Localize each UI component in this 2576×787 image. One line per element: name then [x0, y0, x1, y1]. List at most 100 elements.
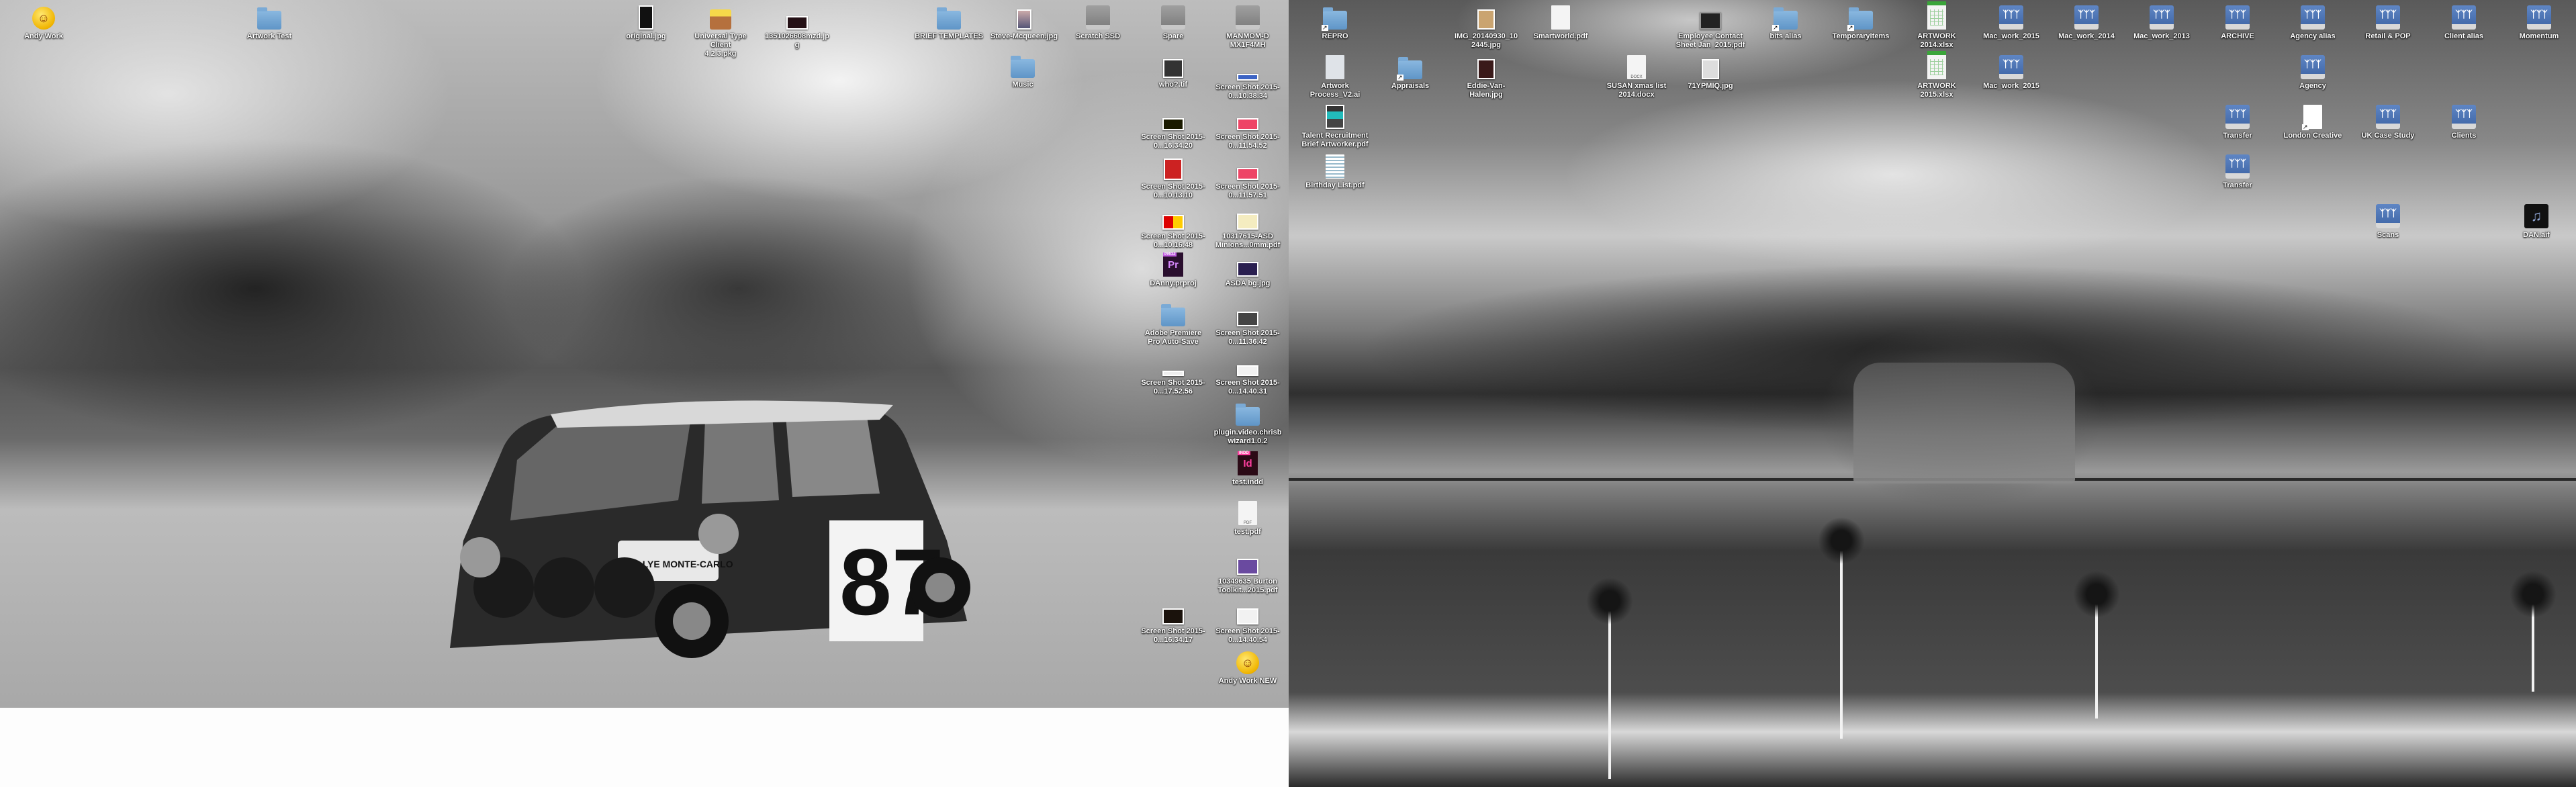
network-drive-icon: ᛉᛉᛉ [2225, 5, 2250, 30]
desktop-icon-smartworld-pdf[interactable]: Smartworld.pdf [1520, 3, 1601, 41]
desktop-icon-artwork-2014-xlsx[interactable]: ARTWORK 2014.xlsx [1896, 1, 1977, 50]
desktop-icon-screenshot[interactable]: Screen Shot 2015-0...10.13.10 [1133, 153, 1213, 200]
desktop-icon-test-pdf[interactable]: PDF test.pdf [1207, 498, 1288, 537]
desktop-icon-client-alias[interactable]: ᛉᛉᛉ Client alias [2424, 3, 2504, 41]
desktop-icon-andy-work-new[interactable]: ☺ Andy Work NEW [1207, 647, 1288, 686]
desktop-icon-artwork-test[interactable]: Artwork Test [229, 3, 310, 41]
desktop-icon-talent-recruitment[interactable]: Talent Recruitment Brief Artworker.pdf [1295, 102, 1375, 149]
desktop-icon-agency[interactable]: ᛉᛉᛉ Agency [2272, 52, 2353, 91]
illustrator-document-icon [1326, 55, 1344, 79]
desktop-icon-test-indd[interactable]: INDD Id test.indd [1207, 449, 1288, 487]
network-drive-icon: ᛉᛉᛉ [2225, 105, 2250, 129]
desktop-icon-burton-pdf[interactable]: 10349635 Burton Toolkit...2015.pdf [1207, 548, 1288, 595]
desktop-icon-screenshot[interactable]: Screen Shot 2015-0...10.38.34 [1207, 54, 1288, 101]
desktop-icon-birthday-list[interactable]: Birthday List.pdf [1295, 152, 1375, 190]
icon-label: Artwork Process_V2.ai [1309, 82, 1361, 99]
desktop-icon-spare[interactable]: Spare [1133, 3, 1213, 41]
desktop-icon-temporary-items[interactable]: ↗ TemporaryItems [1821, 3, 1901, 41]
icon-label: Talent Recruitment Brief Artworker.pdf [1301, 132, 1369, 148]
pdf-document-icon [1551, 5, 1570, 30]
desktop-icon-appraisals[interactable]: ↗ Appraisals [1370, 52, 1451, 91]
desktop-icon-transfer-b[interactable]: ᛉᛉᛉ Transfer [2197, 152, 2278, 190]
icon-label: plugin.video.chrisb wizard1.0.2 [1213, 428, 1282, 445]
desktop-icon-1351026608mzd[interactable]: 1351026608mzd.jpg [757, 3, 837, 50]
package-icon [710, 9, 731, 30]
desktop-icon-brief-templates[interactable]: BRIEF TEMPLATES [909, 3, 989, 41]
desktop-icon-dan-aif[interactable]: ♫ DAN.aif [2496, 201, 2576, 240]
desktop-icon-original-jpg[interactable]: original.jpg [606, 3, 686, 41]
desktop-icon-artwork-process-ai[interactable]: Artwork Process_V2.ai [1295, 52, 1375, 99]
desktop-icon-danny-prproj[interactable]: PROJ Pr DAnny.prproj [1133, 250, 1213, 288]
desktop-icon-music[interactable]: Music [982, 51, 1063, 89]
icon-label: Transfer [2223, 181, 2252, 189]
desktop-icon-screenshot[interactable]: Screen Shot 2015-0...10.16.48 [1133, 203, 1213, 250]
desktop-icon-uk-case-study[interactable]: ᛉᛉᛉ UK Case Study [2348, 102, 2428, 140]
icon-label: London Creative [2283, 132, 2342, 140]
icon-label: Mac_work_2015 [1983, 32, 2039, 40]
desktop-icon-artwork-2015-xlsx[interactable]: ARTWORK 2015.xlsx [1896, 51, 1977, 99]
screenshot-thumbnail-icon [1162, 118, 1184, 130]
desktop-icon-71ypmiq[interactable]: 71YPMIQ.jpg [1670, 52, 1751, 91]
desktop-icon-scans[interactable]: ᛉᛉᛉ Scans [2348, 201, 2428, 240]
desktop-icon-minions-pdf[interactable]: 10317615-ASD Minions...0mm.pdf [1207, 203, 1288, 250]
desktop-icon-screenshot[interactable]: Screen Shot 2015-0...17.52.56 [1133, 349, 1213, 396]
desktop-icon-steve-mcqueen[interactable]: Steve-Mcqueen.jpg [984, 3, 1064, 41]
desktop-icon-mac-work-2013[interactable]: ᛉᛉᛉ Mac_work_2013 [2121, 3, 2202, 41]
icon-label: 1351026608mzd.jpg [764, 32, 829, 49]
desktop-icon-img-20140930[interactable]: IMG_20140930_102445.jpg [1446, 3, 1526, 50]
desktop-icon-london-creative[interactable]: ↗ London Creative [2272, 102, 2353, 140]
icon-label: BRIEF TEMPLATES [915, 32, 983, 40]
folder-icon [1161, 304, 1185, 326]
network-drive-icon: ᛉᛉᛉ [1999, 5, 2023, 30]
desktop-icon-retail-pop[interactable]: ᛉᛉᛉ Retail & POP [2348, 3, 2428, 41]
screenshot-thumbnail-icon [1237, 168, 1258, 180]
desktop-icon-screenshot[interactable]: Screen Shot 2015-0...16.34.17 [1133, 598, 1213, 645]
desktop-icon-screenshot[interactable]: Screen Shot 2015-0...11.54.52 [1207, 103, 1288, 150]
desktop-icon-archive[interactable]: ᛉᛉᛉ ARCHIVE [2197, 3, 2278, 41]
desktop-icon-universal-type-client[interactable]: Universal Type Client 4.2.3.pkg [680, 3, 761, 58]
icon-label: Spare [1162, 32, 1184, 40]
desktop-icon-who-tif[interactable]: who?.tif [1133, 51, 1213, 89]
desktop-icon-susan-xmas-list[interactable]: DOCX SUSAN xmas list 2014.docx [1596, 52, 1677, 99]
desktop-icon-andy-work[interactable]: ☺ Andy Work [3, 3, 84, 41]
desktop-icon-clients[interactable]: ᛉᛉᛉ Clients [2424, 102, 2504, 140]
wallpaper-palm-fronds [1586, 577, 1633, 624]
icon-label: Andy Work NEW [1218, 677, 1277, 685]
desktop-icon-asda-bg[interactable]: ASDA bg.jpg [1207, 250, 1288, 288]
desktop-icon-mac-work-2015-b[interactable]: ᛉᛉᛉ Mac_work_2015 [1971, 52, 2052, 91]
wallpaper-palm-tree [1840, 537, 1843, 739]
icon-label: Smartworld.pdf [1533, 32, 1588, 40]
folder-icon [257, 7, 281, 30]
icon-label: 10349635 Burton Toolkit...2015.pdf [1217, 577, 1278, 594]
desktop-icon-screenshot[interactable]: Screen Shot 2015-0...14.40.54 [1207, 598, 1288, 645]
desktop-icon-agency-alias[interactable]: ᛉᛉᛉ Agency alias [2272, 3, 2353, 41]
screenshot-thumbnail-icon [1237, 312, 1258, 326]
icon-label: Momentum [2519, 32, 2559, 40]
desktop-icon-bits-alias[interactable]: ↗ bits alias [1745, 3, 1826, 41]
desktop-icon-premiere-autosave[interactable]: Adobe Premiere Pro Auto-Save [1133, 299, 1213, 346]
screenshot-thumbnail-icon [1164, 158, 1183, 180]
icon-label: DAnny.prproj [1150, 279, 1197, 287]
desktop-icon-scratch-ssd[interactable]: Scratch SSD [1058, 3, 1138, 41]
desktop-icon-plugin-folder[interactable]: plugin.video.chrisb wizard1.0.2 [1207, 399, 1288, 446]
desktop-icon-eddie-van-halen[interactable]: Eddie-Van-Halen.jpg [1446, 52, 1526, 99]
folder-alias-icon: ↗ [1847, 7, 1873, 31]
icon-label: MANMOM-DMX1F4MH [1226, 32, 1269, 49]
desktop-icon-transfer[interactable]: ᛉᛉᛉ Transfer [2197, 102, 2278, 140]
desktop-icon-screenshot[interactable]: Screen Shot 2015-0...11.36.42 [1207, 299, 1288, 346]
desktop-icon-screenshot[interactable]: Screen Shot 2015-0...14.40.31 [1207, 349, 1288, 396]
desktop-icon-screenshot[interactable]: Screen Shot 2015-0...11.57.51 [1207, 153, 1288, 200]
desktop-icon-momentum[interactable]: ᛉᛉᛉ Momentum [2499, 3, 2576, 41]
icon-label: REPRO [1322, 32, 1348, 40]
icon-label: original.jpg [626, 32, 666, 40]
desktop-icon-screenshot[interactable]: Screen Shot 2015-0...16.34.20 [1133, 103, 1213, 150]
desktop-icon-employee-contact-sheet[interactable]: Employee Contact Sheet Jan_2015.pdf [1670, 3, 1751, 50]
wallpaper-rally-car: 87 RALLYE MONTE-CARLO [410, 366, 1014, 682]
desktop-icon-manmom-drive[interactable]: MANMOM-DMX1F4MH [1207, 3, 1288, 50]
icon-label: Screen Shot 2015-0...16.34.20 [1141, 133, 1205, 150]
desktop-icon-mac-work-2015[interactable]: ᛉᛉᛉ Mac_work_2015 [1971, 3, 2052, 41]
premiere-project-icon: PROJ Pr [1163, 252, 1183, 277]
desktop-icon-repro[interactable]: ↗ REPRO [1295, 3, 1375, 41]
desktop-icon-mac-work-2014[interactable]: ᛉᛉᛉ Mac_work_2014 [2046, 3, 2127, 41]
spreadsheet-alias-icon [1927, 51, 1946, 79]
